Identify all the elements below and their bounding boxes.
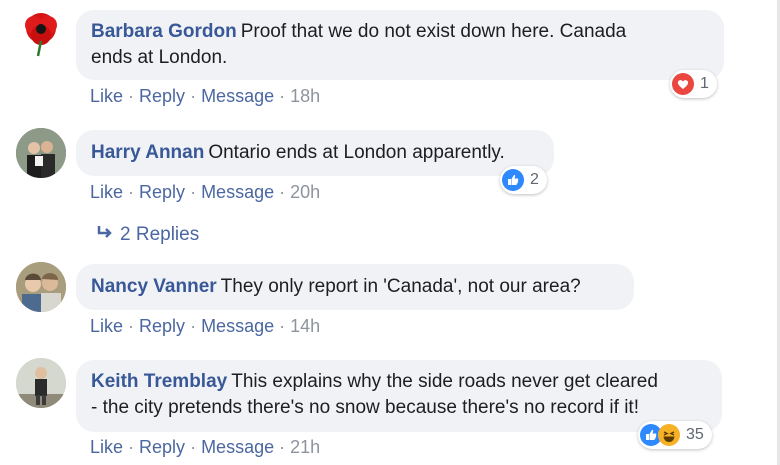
message-link[interactable]: Message (201, 437, 274, 457)
like-link[interactable]: Like (90, 182, 123, 202)
timestamp[interactable]: 14h (290, 316, 320, 336)
reaction-summary[interactable]: 1 (670, 70, 717, 98)
comment-text-line2: - the city pretends there's no snow beca… (91, 397, 639, 418)
reply-link[interactable]: Reply (139, 437, 185, 457)
separator-dot: · (128, 182, 135, 202)
comment-actions: Like · Reply · Message · 18h (90, 86, 320, 107)
reaction-summary[interactable]: 2 (500, 166, 547, 194)
separator-dot: · (128, 316, 135, 336)
separator-dot: · (190, 86, 197, 106)
timestamp[interactable]: 18h (290, 86, 320, 106)
replies-label: 2 Replies (120, 224, 200, 245)
message-link[interactable]: Message (201, 182, 274, 202)
author-name[interactable]: Harry Annan (91, 142, 204, 163)
separator-dot: · (279, 316, 286, 336)
comment-actions: Like · Reply · Message · 14h (90, 316, 320, 337)
view-replies-link[interactable]: 2 Replies (96, 224, 199, 246)
haha-icon (658, 424, 680, 446)
couple-photo-avatar[interactable] (16, 128, 66, 178)
reply-link[interactable]: Reply (139, 182, 185, 202)
reaction-count: 35 (686, 426, 704, 443)
reply-link[interactable]: Reply (139, 316, 185, 336)
separator-dot: · (190, 316, 197, 336)
person-photo-avatar[interactable] (16, 358, 66, 408)
separator-dot: · (190, 182, 197, 202)
comment-actions: Like · Reply · Message · 20h (90, 182, 320, 203)
comment-bubble: Harry Annan Ontario ends at London appare… (76, 130, 554, 176)
author-name[interactable]: Barbara Gordon (91, 21, 237, 42)
separator-dot: · (190, 437, 197, 457)
author-name[interactable]: Nancy Vanner (91, 276, 217, 297)
timestamp[interactable]: 21h (290, 437, 320, 457)
message-link[interactable]: Message (201, 316, 274, 336)
comment-bubble: Barbara Gordon Proof that we do not exist… (76, 10, 724, 80)
poppy-avatar[interactable] (16, 8, 66, 58)
reaction-summary[interactable]: 35 (638, 421, 712, 449)
reaction-count: 1 (700, 75, 709, 92)
author-name[interactable]: Keith Tremblay (91, 371, 227, 392)
separator-dot: · (279, 182, 286, 202)
comment-text-line2: ends at London. (91, 47, 228, 68)
couple-photo-avatar[interactable] (16, 262, 66, 312)
separator-dot: · (128, 86, 135, 106)
comment-text: Ontario ends at London apparently. (208, 142, 505, 163)
comment-text: They only report in 'Canada', not our ar… (220, 276, 581, 297)
comment-bubble: Keith Tremblay This explains why the side… (76, 360, 722, 432)
like-link[interactable]: Like (90, 316, 123, 336)
comment-actions: Like · Reply · Message · 21h (90, 437, 320, 458)
like-icon (502, 169, 524, 191)
reply-arrow-icon (96, 224, 120, 246)
separator-dot: · (128, 437, 135, 457)
separator-dot: · (279, 437, 286, 457)
like-link[interactable]: Like (90, 86, 123, 106)
love-icon (672, 73, 694, 95)
message-link[interactable]: Message (201, 86, 274, 106)
reply-link[interactable]: Reply (139, 86, 185, 106)
separator-dot: · (279, 86, 286, 106)
reaction-count: 2 (530, 171, 539, 188)
like-link[interactable]: Like (90, 437, 123, 457)
comment-text-line1: Proof that we do not exist down here. Ca… (240, 21, 627, 42)
comment-bubble: Nancy Vanner They only report in 'Canada'… (76, 264, 634, 310)
comment-text-line1: This explains why the side roads never g… (231, 371, 658, 392)
timestamp[interactable]: 20h (290, 182, 320, 202)
